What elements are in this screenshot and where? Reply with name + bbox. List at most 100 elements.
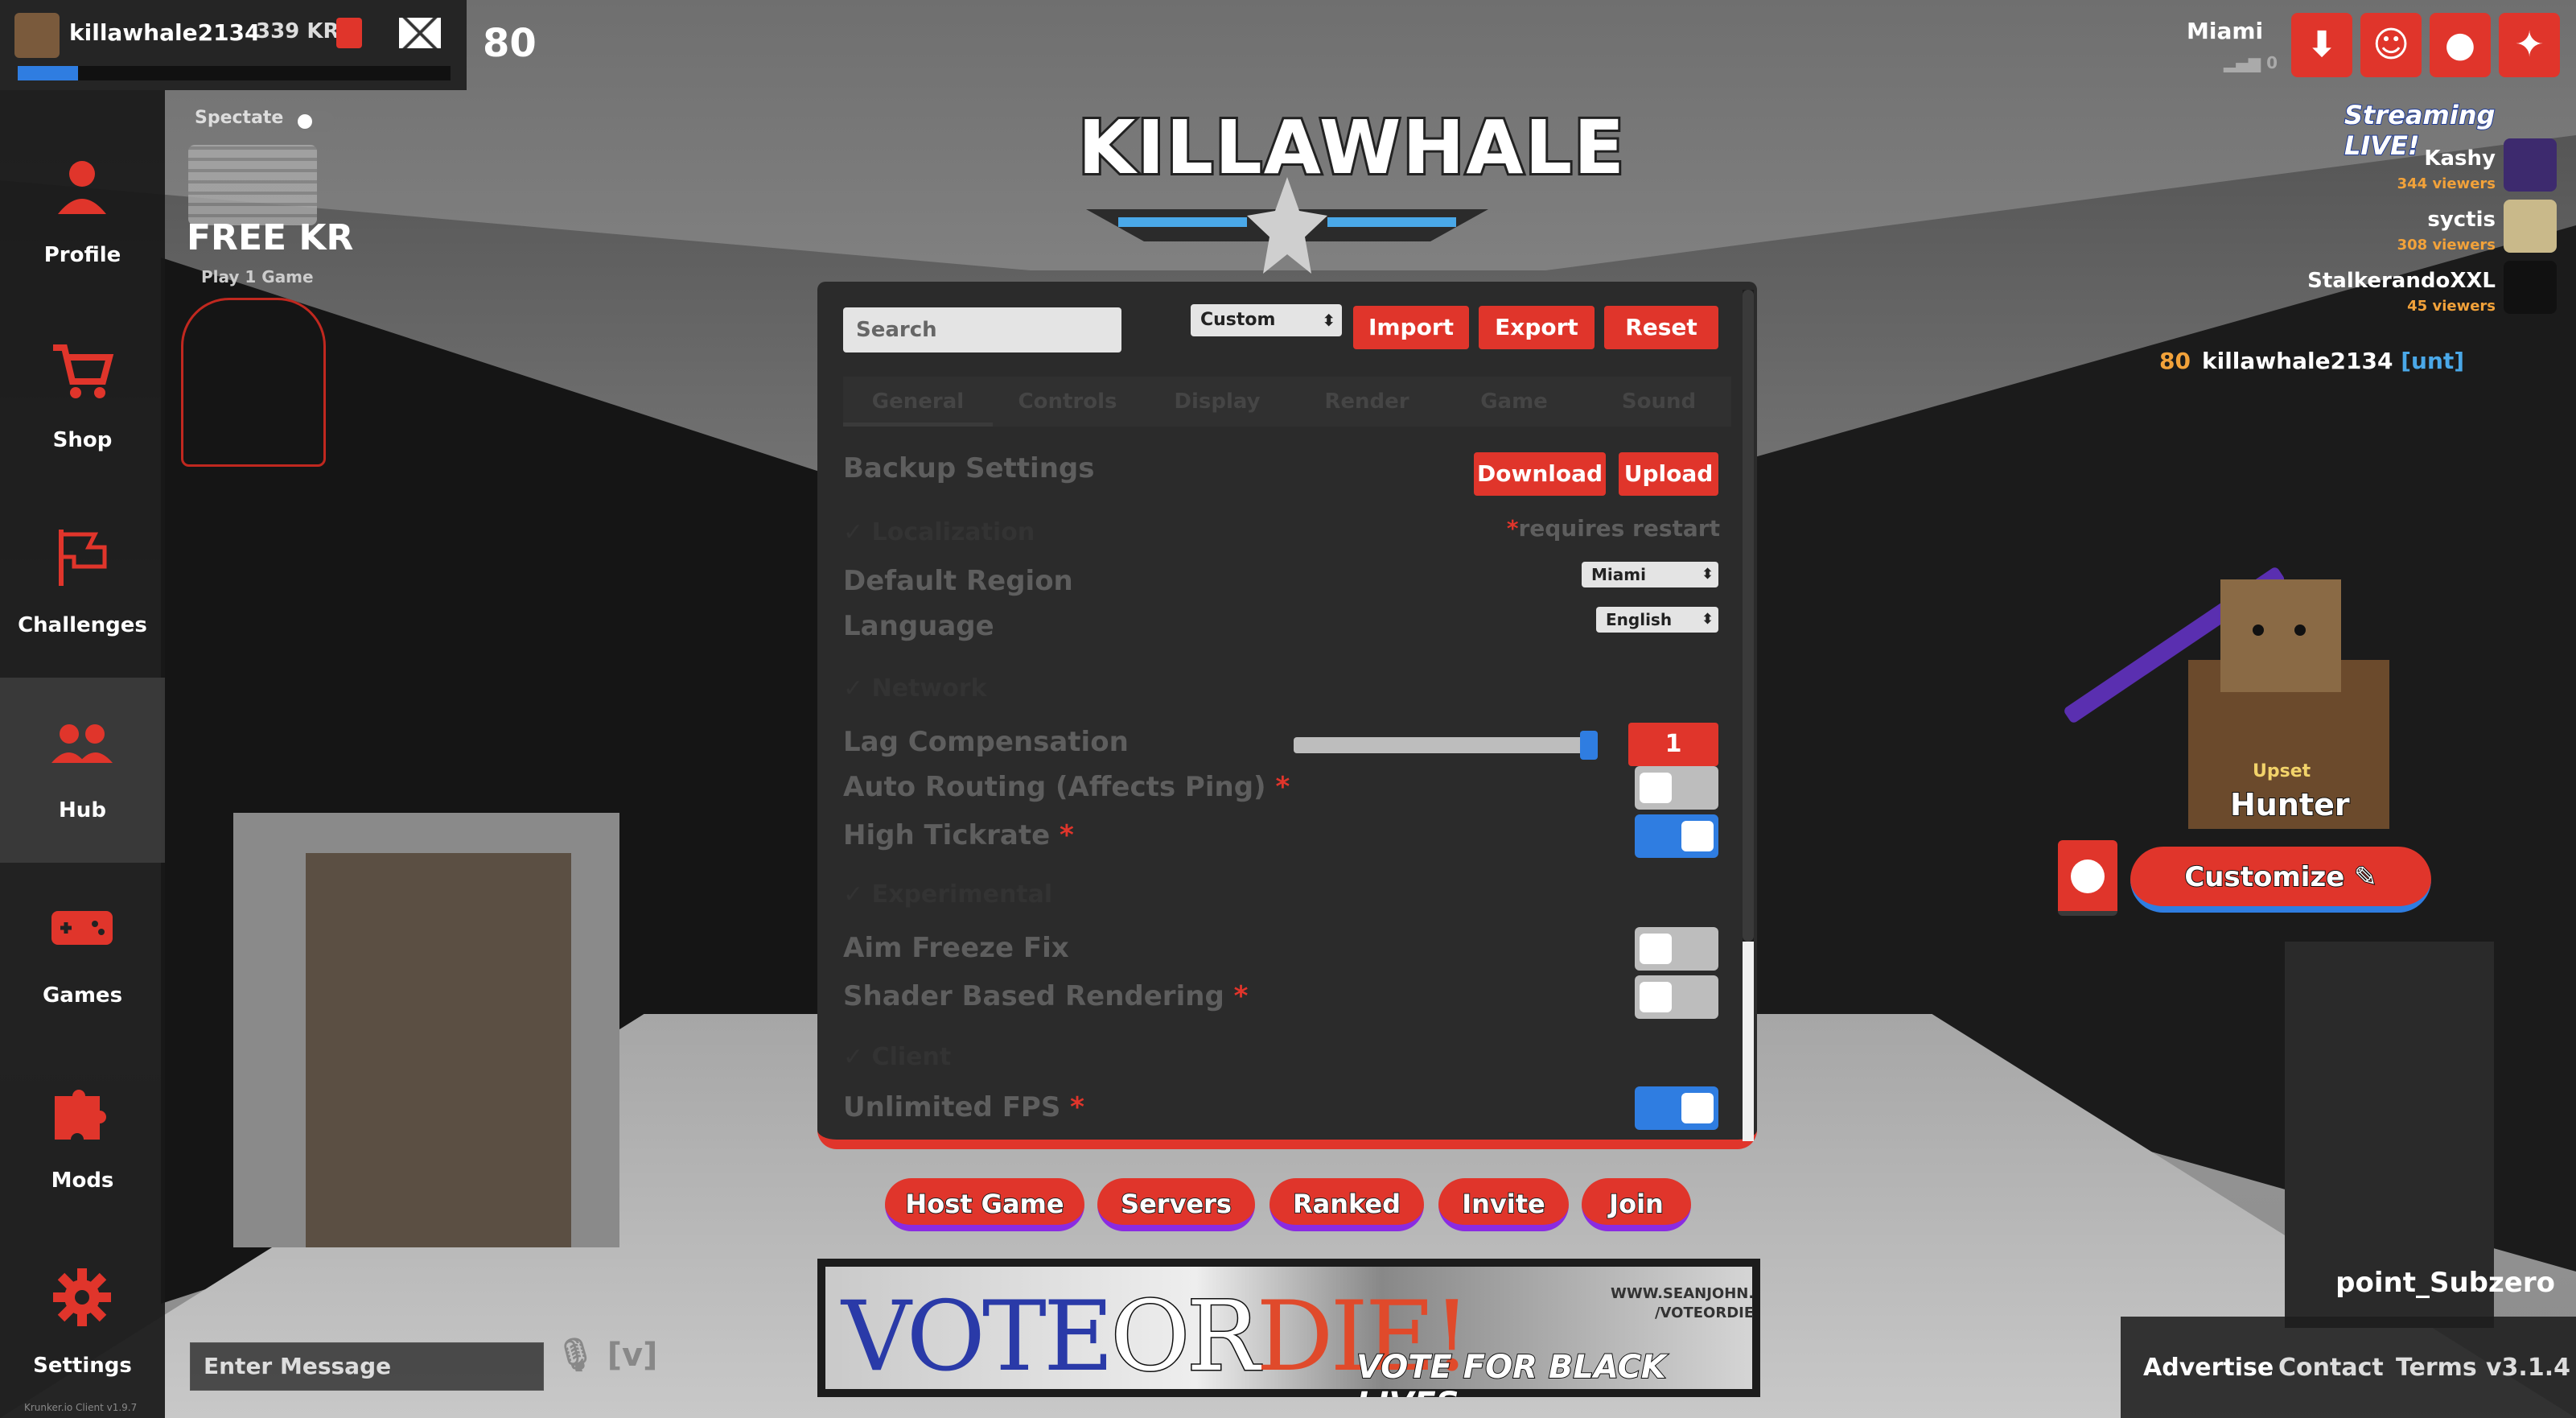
tab-general[interactable]: General: [843, 377, 993, 427]
sidebar-item-hub[interactable]: Hub: [0, 678, 165, 863]
client-version: Krunker.io Client v1.9.7: [24, 1402, 138, 1413]
terms-link[interactable]: Terms: [2396, 1354, 2477, 1382]
host-game-button[interactable]: Host Game: [885, 1178, 1084, 1231]
section-experimental[interactable]: ✓ Experimental: [843, 880, 1052, 909]
import-button[interactable]: Import: [1353, 306, 1469, 349]
required-asterisk: *: [1059, 819, 1074, 851]
export-button[interactable]: Export: [1479, 306, 1595, 349]
sidebar-item-challenges[interactable]: Challenges: [0, 493, 165, 678]
section-client[interactable]: ✓ Client: [843, 1043, 951, 1071]
player-bar: killawhale2134 339 KR: [0, 0, 467, 90]
sidebar-item-profile[interactable]: Profile: [0, 122, 165, 307]
auto-routing-text: Auto Routing (Affects Ping): [843, 771, 1266, 803]
lag-compensation-value[interactable]: 1: [1628, 723, 1718, 766]
invite-button[interactable]: Invite: [1438, 1178, 1569, 1231]
advertisement-banner[interactable]: VOTEORDIE! VOTE FOR BLACK LIVES. WWW.SEA…: [817, 1259, 1760, 1397]
door: [233, 813, 619, 1247]
chat-input[interactable]: Enter Message: [190, 1342, 544, 1391]
aim-freeze-toggle[interactable]: [1635, 927, 1718, 971]
ping-indicator: ▂▄▆ 0: [2224, 53, 2278, 72]
voice-chat[interactable]: 🎙 [v]: [555, 1336, 657, 1374]
default-region-select[interactable]: Miami: [1582, 562, 1718, 587]
streamer-name[interactable]: Kashy: [2424, 146, 2496, 171]
sidebar-item-label: Challenges: [18, 613, 147, 637]
streamer-avatar[interactable]: [2504, 200, 2557, 253]
mail-icon[interactable]: [399, 18, 441, 48]
tab-game[interactable]: Game: [1442, 377, 1586, 427]
gear-icon: [53, 1268, 111, 1326]
section-title: Network: [871, 674, 987, 703]
high-tickrate-toggle[interactable]: [1635, 814, 1718, 858]
ad-word: OR: [1109, 1280, 1261, 1395]
settings-search-input[interactable]: [843, 307, 1121, 352]
contact-link[interactable]: Contact: [2278, 1354, 2384, 1382]
player-name[interactable]: killawhale2134: [69, 19, 261, 46]
join-button[interactable]: Join: [1582, 1178, 1691, 1231]
unlimited-fps-toggle[interactable]: [1635, 1086, 1718, 1130]
ad-url-line: /VOTEORDIE: [1654, 1305, 1755, 1321]
reddit-icon[interactable]: ●: [2430, 13, 2491, 77]
spectate-toggle[interactable]: [294, 111, 335, 132]
sidebar-item-games[interactable]: Games: [0, 863, 165, 1048]
high-tickrate-label: High Tickrate *: [843, 819, 1074, 851]
download-icon[interactable]: ⬇: [2291, 13, 2352, 77]
logo-text: KILLAWHALE: [1076, 102, 1627, 193]
sidebar-item-mods[interactable]: Mods: [0, 1048, 165, 1233]
kr-balance: 339 KR: [256, 19, 339, 43]
sidebar-item-label: Shop: [52, 428, 113, 452]
sidebar-item-settings[interactable]: Settings: [0, 1233, 165, 1418]
section-localization[interactable]: ✓ Localization: [843, 518, 1035, 546]
avatar[interactable]: [14, 13, 60, 58]
kr-shop-icon[interactable]: [336, 18, 362, 48]
sidebar-item-shop[interactable]: Shop: [0, 307, 165, 493]
servers-button[interactable]: Servers: [1097, 1178, 1255, 1231]
reset-button[interactable]: Reset: [1604, 306, 1718, 349]
character-head: [2220, 579, 2341, 692]
people-icon: [51, 724, 113, 763]
server-region[interactable]: Miami: [2187, 18, 2263, 44]
badge-icon[interactable]: [2058, 840, 2117, 916]
section-network[interactable]: ✓ Network: [843, 674, 986, 703]
shader-rendering-label: Shader Based Rendering *: [843, 980, 1248, 1012]
advertise-link[interactable]: Advertise: [2143, 1354, 2274, 1382]
preset-select[interactable]: Custom: [1191, 304, 1342, 336]
ad-url-line: WWW.SEANJOHN.: [1611, 1285, 1755, 1302]
free-kr-subtitle: Play 1 Game: [201, 267, 314, 286]
streamer-name[interactable]: StalkerandoXXL: [2307, 269, 2496, 293]
auto-routing-toggle[interactable]: [1635, 766, 1718, 810]
slider-handle[interactable]: [1580, 731, 1598, 760]
language-select[interactable]: English: [1596, 607, 1718, 633]
free-kr-title[interactable]: FREE KR: [187, 217, 353, 258]
sidebar-item-label: Hub: [59, 798, 106, 822]
required-asterisk: *: [1506, 515, 1519, 542]
tab-controls[interactable]: Controls: [993, 377, 1142, 427]
twitter-icon[interactable]: ✦: [2499, 13, 2560, 77]
sidebar-item-label: Mods: [51, 1169, 114, 1193]
kr-stack-image[interactable]: [188, 145, 317, 225]
voice-key: [v]: [607, 1337, 658, 1374]
map-name: point_Subzero: [2335, 1267, 2555, 1299]
settings-window: Custom Import Export Reset General Contr…: [817, 282, 1757, 1149]
language-label: Language: [843, 610, 994, 642]
sidebar-item-label: Profile: [43, 243, 121, 267]
settings-scrollbar[interactable]: [1743, 290, 1754, 1141]
tab-sound[interactable]: Sound: [1586, 377, 1731, 427]
download-button[interactable]: Download: [1474, 452, 1606, 496]
streamer-avatar[interactable]: [2504, 138, 2557, 192]
tab-display[interactable]: Display: [1142, 377, 1292, 427]
tab-render[interactable]: Render: [1292, 377, 1442, 427]
streamer-name[interactable]: syctis: [2427, 208, 2496, 232]
discord-icon[interactable]: ☺: [2360, 13, 2422, 77]
ranked-button[interactable]: Ranked: [1269, 1178, 1424, 1231]
ad-word: VOTE: [842, 1281, 1114, 1393]
streamer-avatar[interactable]: [2504, 261, 2557, 314]
xp-bar: [18, 66, 451, 80]
customize-button[interactable]: Customize ✎: [2130, 847, 2431, 913]
ad-subline: VOTE FOR BLACK LIVES.: [1356, 1348, 1667, 1397]
upload-button[interactable]: Upload: [1619, 452, 1718, 496]
requires-restart-text: requires restart: [1518, 515, 1720, 542]
lag-compensation-slider[interactable]: [1294, 731, 1598, 760]
scroll-thumb[interactable]: [1743, 290, 1754, 942]
shader-rendering-toggle[interactable]: [1635, 975, 1718, 1019]
customize-label: Customize: [2183, 860, 2345, 894]
